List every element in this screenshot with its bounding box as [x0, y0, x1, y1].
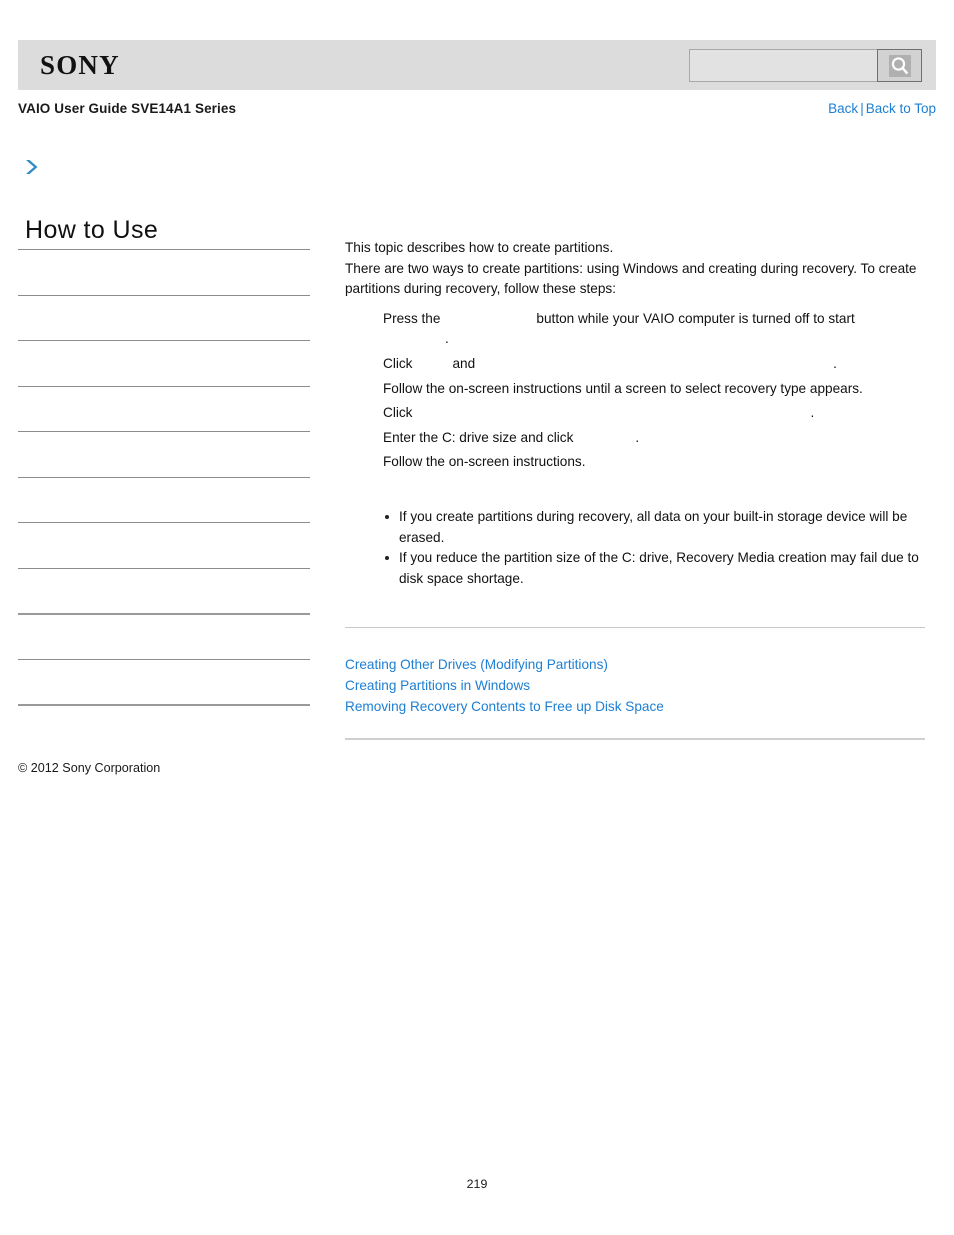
header-nav-links: Back | Back to Top	[828, 101, 936, 116]
step-text-before: Follow the on-screen instructions.	[383, 454, 586, 470]
related-link-1[interactable]: Creating Other Drives (Modifying Partiti…	[345, 655, 925, 676]
search-input[interactable]	[689, 49, 877, 82]
step-item-6: Follow the on-screen instructions.	[345, 452, 925, 473]
related-links: Creating Other Drives (Modifying Partiti…	[345, 655, 925, 717]
sidebar-item-4[interactable]	[18, 385, 310, 432]
step-item-2: Click and.	[345, 354, 925, 375]
back-link[interactable]: Back	[828, 101, 858, 116]
intro-line-2: There are two ways to create partitions:…	[345, 260, 917, 297]
related-link-2[interactable]: Creating Partitions in Windows	[345, 676, 925, 697]
search-area	[689, 49, 922, 82]
sidebar: How to Use	[18, 158, 310, 750]
site-header: SONY	[18, 40, 936, 90]
step-text-before: Press the	[383, 310, 441, 326]
sidebar-item-3[interactable]	[18, 340, 310, 386]
sidebar-item-1[interactable]	[18, 249, 310, 295]
sidebar-nav-list	[18, 249, 310, 750]
sidebar-item-2[interactable]	[18, 294, 310, 341]
sidebar-section-title: How to Use	[25, 216, 159, 244]
notes-list: If you create partitions during recovery…	[345, 507, 925, 589]
page-title: VAIO User Guide SVE14A1 Series	[18, 101, 237, 116]
step-text-before: Click	[383, 405, 413, 421]
step-item-4: Click.	[345, 403, 925, 424]
sidebar-item-7[interactable]	[18, 522, 310, 568]
sidebar-item-8[interactable]	[18, 567, 310, 614]
divider-bottom	[345, 737, 925, 740]
step-text-middle: and	[452, 355, 476, 371]
copyright-text: © 2012 Sony Corporation	[18, 761, 161, 775]
step-text-before: Click	[383, 355, 413, 371]
chevron-right-icon[interactable]	[24, 158, 40, 176]
sidebar-item-10[interactable]	[18, 658, 310, 705]
note-item: If you create partitions during recovery…	[385, 507, 925, 548]
main-content: This topic describes how to create parti…	[345, 238, 925, 740]
sidebar-item-6[interactable]	[18, 476, 310, 523]
step-item-5: Enter the C: drive size and click.	[345, 428, 925, 449]
sidebar-item-9[interactable]	[18, 613, 310, 659]
divider-top	[345, 627, 925, 629]
step-text-after: .	[810, 405, 815, 421]
step-text-before: Follow the on-screen instructions until …	[383, 380, 863, 396]
step-text-after: .	[635, 429, 640, 445]
step-text-after: button while your VAIO computer is turne…	[536, 310, 855, 326]
sony-logo: SONY	[40, 50, 120, 80]
intro-block: This topic describes how to create parti…	[345, 238, 925, 300]
intro-line-1: This topic describes how to create parti…	[345, 240, 614, 255]
page-number: 219	[466, 1177, 488, 1191]
step-item-3: Follow the on-screen instructions until …	[345, 379, 925, 400]
step-text-after: .	[833, 355, 837, 371]
search-icon	[888, 54, 911, 77]
sidebar-item-5[interactable]	[18, 431, 310, 477]
step-continuation: .	[445, 331, 449, 347]
step-text-before: Enter the C: drive size and click	[383, 429, 574, 445]
search-button[interactable]	[877, 49, 922, 82]
note-item: If you reduce the partition size of the …	[385, 548, 925, 589]
sidebar-item-11[interactable]	[18, 704, 310, 750]
back-to-top-link[interactable]: Back to Top	[866, 101, 936, 116]
steps-list: Press the button while your VAIO computer…	[345, 309, 925, 473]
sub-header: VAIO User Guide SVE14A1 Series Back | Back…	[18, 101, 936, 121]
step-item-1: Press the button while your VAIO computer…	[345, 309, 925, 350]
nav-separator: |	[860, 101, 864, 116]
related-link-3[interactable]: Removing Recovery Contents to Free up Di…	[345, 697, 925, 718]
